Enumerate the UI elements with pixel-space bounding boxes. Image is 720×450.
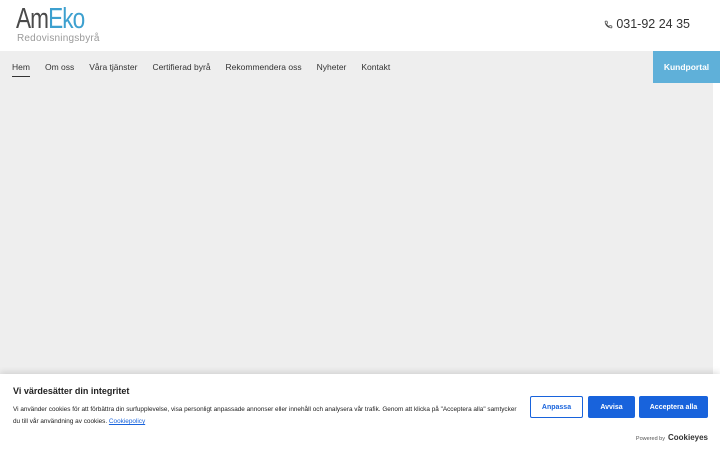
- cookieyes-logo: Cookieyes: [667, 433, 708, 442]
- kundportal-button[interactable]: Kundportal: [653, 51, 720, 83]
- site-header: AmEko Redovisningsbyrå 031-92 24 35: [0, 0, 720, 51]
- phone-number[interactable]: 031-92 24 35: [604, 17, 690, 31]
- phone-label: 031-92 24 35: [616, 17, 690, 31]
- cookie-text: Vi använder cookies för att förbättra di…: [13, 406, 517, 425]
- nav-item-certifierad-byra[interactable]: Certifierad byrå: [152, 62, 210, 72]
- accept-all-button[interactable]: Acceptera alla: [639, 396, 708, 418]
- nav-item-kontakt[interactable]: Kontakt: [361, 62, 390, 72]
- nav-item-vara-tjanster[interactable]: Våra tjänster: [89, 62, 137, 72]
- customize-button[interactable]: Anpassa: [530, 396, 583, 418]
- reject-button[interactable]: Avvisa: [588, 396, 635, 418]
- nav-item-hem[interactable]: Hem: [12, 62, 30, 77]
- nav-item-nyheter[interactable]: Nyheter: [317, 62, 347, 72]
- nav-item-rekommendera-oss[interactable]: Rekommendera oss: [226, 62, 302, 72]
- phone-icon: [604, 20, 613, 29]
- logo-eko: Eko: [48, 3, 85, 35]
- logo-am: Am: [16, 3, 49, 35]
- main-navigation: Hem Om oss Våra tjänster Certifierad byr…: [0, 51, 720, 83]
- powered-by-cookieyes: Powered by Cookieyes: [636, 433, 708, 442]
- nav-menu: Hem Om oss Våra tjänster Certifierad byr…: [12, 51, 405, 83]
- site-logo[interactable]: AmEko Redovisningsbyrå: [16, 3, 103, 44]
- cookie-description: Vi använder cookies för att förbättra di…: [13, 404, 523, 428]
- nav-item-om-oss[interactable]: Om oss: [45, 62, 74, 72]
- logo-wordmark: AmEko: [16, 3, 85, 35]
- page-scrollbar[interactable]: [713, 83, 720, 374]
- main-content-area: [0, 83, 713, 374]
- logo-tagline: Redovisningsbyrå: [17, 33, 100, 44]
- cookie-policy-link[interactable]: Cookiepolicy: [109, 418, 145, 425]
- cookie-consent-banner: Vi värdesätter din integritet Vi använde…: [0, 374, 720, 450]
- powered-by-label: Powered by: [635, 436, 665, 442]
- cookie-title: Vi värdesätter din integritet: [13, 386, 130, 396]
